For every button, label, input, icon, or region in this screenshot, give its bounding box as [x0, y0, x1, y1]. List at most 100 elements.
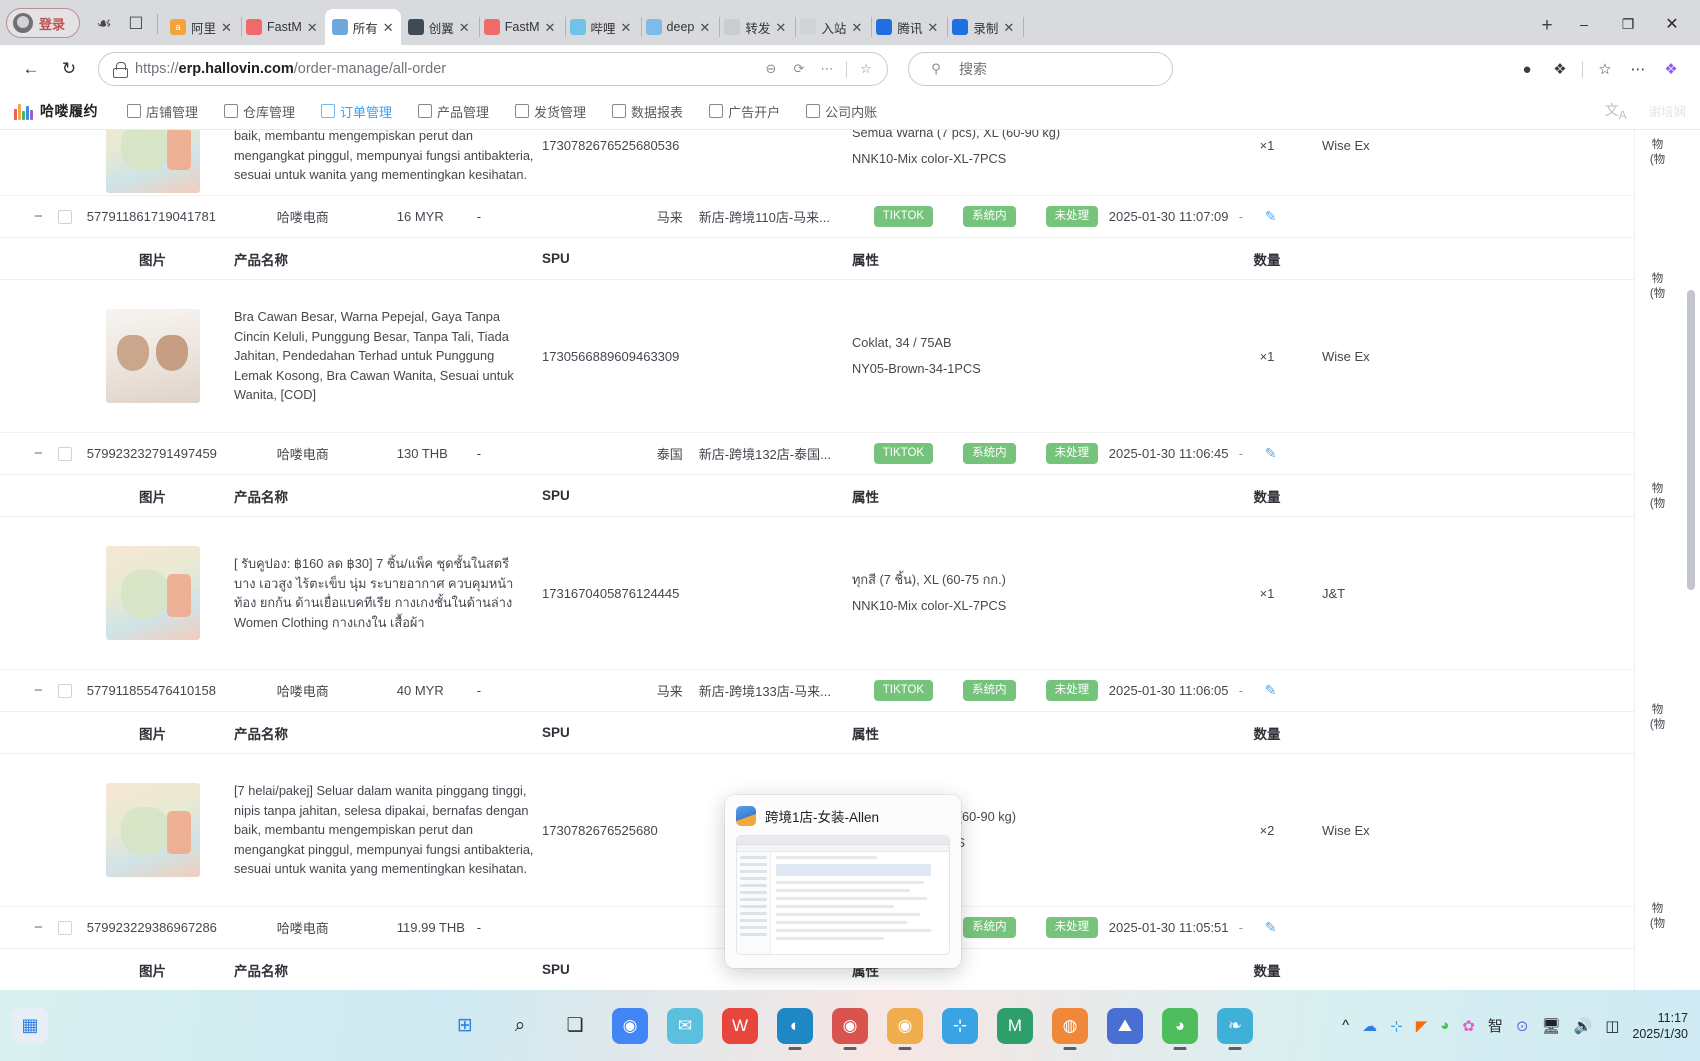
xmind-app[interactable]: M: [997, 1007, 1033, 1044]
minimize-button[interactable]: –: [1562, 9, 1606, 39]
expand-toggle[interactable]: −: [0, 682, 43, 699]
favorites-list-icon[interactable]: ☆: [1590, 54, 1620, 84]
profile-sign-in-button[interactable]: 登录: [6, 8, 81, 38]
browser-tab-1[interactable]: FastM ✕: [239, 9, 328, 45]
maximize-button[interactable]: ❐: [1606, 9, 1650, 39]
brand-logo[interactable]: 哈喽履约: [14, 101, 98, 121]
pencil-icon[interactable]: ✎: [1265, 919, 1305, 936]
browser-tab-5[interactable]: 哔哩 ✕: [563, 9, 642, 45]
browser-tab-7[interactable]: 转发 ✕: [717, 9, 797, 45]
nav-item-2[interactable]: 订单管理: [308, 93, 405, 130]
tab-close-icon[interactable]: ✕: [221, 21, 232, 34]
product-thumbnail[interactable]: [105, 783, 200, 877]
tab-close-icon[interactable]: ✕: [307, 21, 318, 34]
network-tray-icon[interactable]: ⊹: [1390, 1017, 1403, 1035]
product-thumbnail[interactable]: [105, 546, 200, 640]
browser-tab-10[interactable]: 录制 ✕: [945, 9, 1025, 45]
search-input[interactable]: ⚲ 搜索: [908, 52, 1173, 86]
tab-close-icon[interactable]: ✕: [927, 21, 938, 34]
pencil-icon[interactable]: ✎: [1265, 208, 1305, 225]
new-tab-button[interactable]: +: [1532, 11, 1562, 41]
user-name-label[interactable]: 谢培娴: [1648, 101, 1686, 120]
expand-toggle[interactable]: −: [0, 919, 43, 936]
pencil-icon[interactable]: ✎: [1265, 445, 1305, 462]
bird-app[interactable]: ❧: [1217, 1007, 1253, 1050]
pink-app-tray-icon[interactable]: ✿: [1462, 1017, 1475, 1035]
erp-app[interactable]: ◍: [1052, 1007, 1088, 1050]
collections-icon[interactable]: ☙: [88, 8, 120, 40]
tab-close-icon[interactable]: ✕: [621, 21, 632, 34]
taskbar-widgets[interactable]: ▦: [12, 1007, 48, 1044]
edge-app[interactable]: ◐: [777, 1007, 813, 1050]
network-app[interactable]: ⊹: [942, 1007, 978, 1044]
browser-tab-8[interactable]: 入站 ✕: [793, 9, 873, 45]
more-circle-icon[interactable]: ⋯: [814, 56, 840, 82]
order-summary-row[interactable]: − 577911861719041781 哈喽电商 16 MYR - 马来 新店-跨境110…: [0, 196, 1680, 238]
back-arrow-icon[interactable]: ←: [14, 52, 48, 86]
widgets-icon[interactable]: ▦: [12, 1007, 48, 1044]
tab-close-icon[interactable]: ✕: [1003, 21, 1014, 34]
browser-tab-2[interactable]: 所有 ✕: [324, 9, 401, 45]
browser-tab-6[interactable]: deep ✕: [639, 9, 721, 45]
browser-essentials-icon[interactable]: ●: [1512, 54, 1542, 84]
reload-icon[interactable]: ↻: [52, 52, 86, 86]
alipay-tray-icon[interactable]: ◤: [1416, 1017, 1428, 1035]
pencil-icon[interactable]: ✎: [1265, 682, 1305, 699]
sogou-tray-icon[interactable]: 智: [1488, 1015, 1503, 1036]
start-button[interactable]: ⊞: [447, 1008, 483, 1044]
zoom-out-icon[interactable]: ⊖: [758, 56, 784, 82]
vertical-scrollbar[interactable]: ▲: [1684, 130, 1698, 990]
wechat-tray-icon[interactable]: ◕: [1440, 1017, 1449, 1034]
analytics-app[interactable]: ⛰: [1107, 1007, 1143, 1044]
search-button[interactable]: ⌕: [502, 1008, 538, 1044]
expand-toggle[interactable]: −: [0, 445, 43, 462]
row-checkbox[interactable]: [57, 683, 72, 698]
chrome-canary-app[interactable]: ◉: [887, 1007, 923, 1050]
extensions-icon[interactable]: ❖: [1545, 54, 1575, 84]
row-checkbox[interactable]: [57, 920, 72, 935]
battery-icon[interactable]: ◫: [1605, 1017, 1619, 1035]
taskbar-clock[interactable]: 11:17 2025/1/30: [1632, 1010, 1688, 1042]
antivirus-tray-icon[interactable]: ⊙: [1516, 1017, 1529, 1035]
task-view-button[interactable]: ❏: [557, 1008, 593, 1044]
chevron-up-icon[interactable]: ^: [1342, 1017, 1349, 1034]
nav-item-5[interactable]: 数据报表: [599, 93, 696, 130]
tab-close-icon[interactable]: ✕: [775, 21, 786, 34]
nav-item-4[interactable]: 发货管理: [502, 93, 599, 130]
nav-item-1[interactable]: 仓库管理: [211, 93, 308, 130]
browser-tab-9[interactable]: 腾讯 ✕: [869, 9, 949, 45]
volume-icon[interactable]: 🔊: [1574, 1017, 1593, 1035]
nav-item-3[interactable]: 产品管理: [405, 93, 502, 130]
product-thumbnail[interactable]: [105, 130, 200, 193]
nav-item-7[interactable]: 公司内账: [793, 93, 890, 130]
star-icon[interactable]: ☆: [853, 56, 879, 82]
nav-item-0[interactable]: 店铺管理: [114, 93, 211, 130]
wechat-app[interactable]: ◕: [1162, 1007, 1198, 1050]
row-checkbox[interactable]: [57, 209, 72, 224]
browser-tab-0[interactable]: a 阿里 ✕: [163, 9, 243, 45]
scrollbar-thumb[interactable]: [1687, 290, 1695, 590]
browser-tab-3[interactable]: 创翼 ✕: [401, 9, 480, 45]
expand-toggle[interactable]: −: [0, 208, 43, 225]
tab-close-icon[interactable]: ✕: [545, 21, 556, 34]
browser-tab-4[interactable]: FastM ✕: [477, 9, 566, 45]
onedrive-tray-icon[interactable]: ☁: [1362, 1017, 1377, 1035]
tab-close-icon[interactable]: ✕: [459, 21, 470, 34]
wps-app[interactable]: W: [722, 1007, 758, 1044]
copilot-icon[interactable]: ❖: [1656, 54, 1686, 84]
settings-more-icon[interactable]: ⋯: [1623, 54, 1653, 84]
tab-close-icon[interactable]: ✕: [851, 21, 862, 34]
close-window-button[interactable]: ✕: [1650, 9, 1694, 39]
translate-icon[interactable]: 文A: [1605, 100, 1627, 122]
tab-close-icon[interactable]: ✕: [383, 21, 394, 34]
taskbar-preview-popup[interactable]: 跨境1店-女装-Allen: [725, 795, 961, 968]
display-icon[interactable]: 🖥: [1541, 1017, 1560, 1035]
taskbar-preview-thumbnail[interactable]: [736, 835, 950, 955]
chrome-app[interactable]: ◉: [612, 1007, 648, 1044]
chrome-beta-app[interactable]: ◉: [832, 1007, 868, 1050]
tab-close-icon[interactable]: ✕: [699, 21, 710, 34]
mail-app[interactable]: ✉: [667, 1007, 703, 1044]
order-summary-row[interactable]: − 579923232791497459 哈喽电商 130 THB - 泰国 新店-跨境13…: [0, 433, 1680, 475]
url-omnibox[interactable]: https://erp.hallovin.com/order-manage/al…: [98, 52, 888, 86]
page-refresh-icon[interactable]: ⟳: [786, 56, 812, 82]
